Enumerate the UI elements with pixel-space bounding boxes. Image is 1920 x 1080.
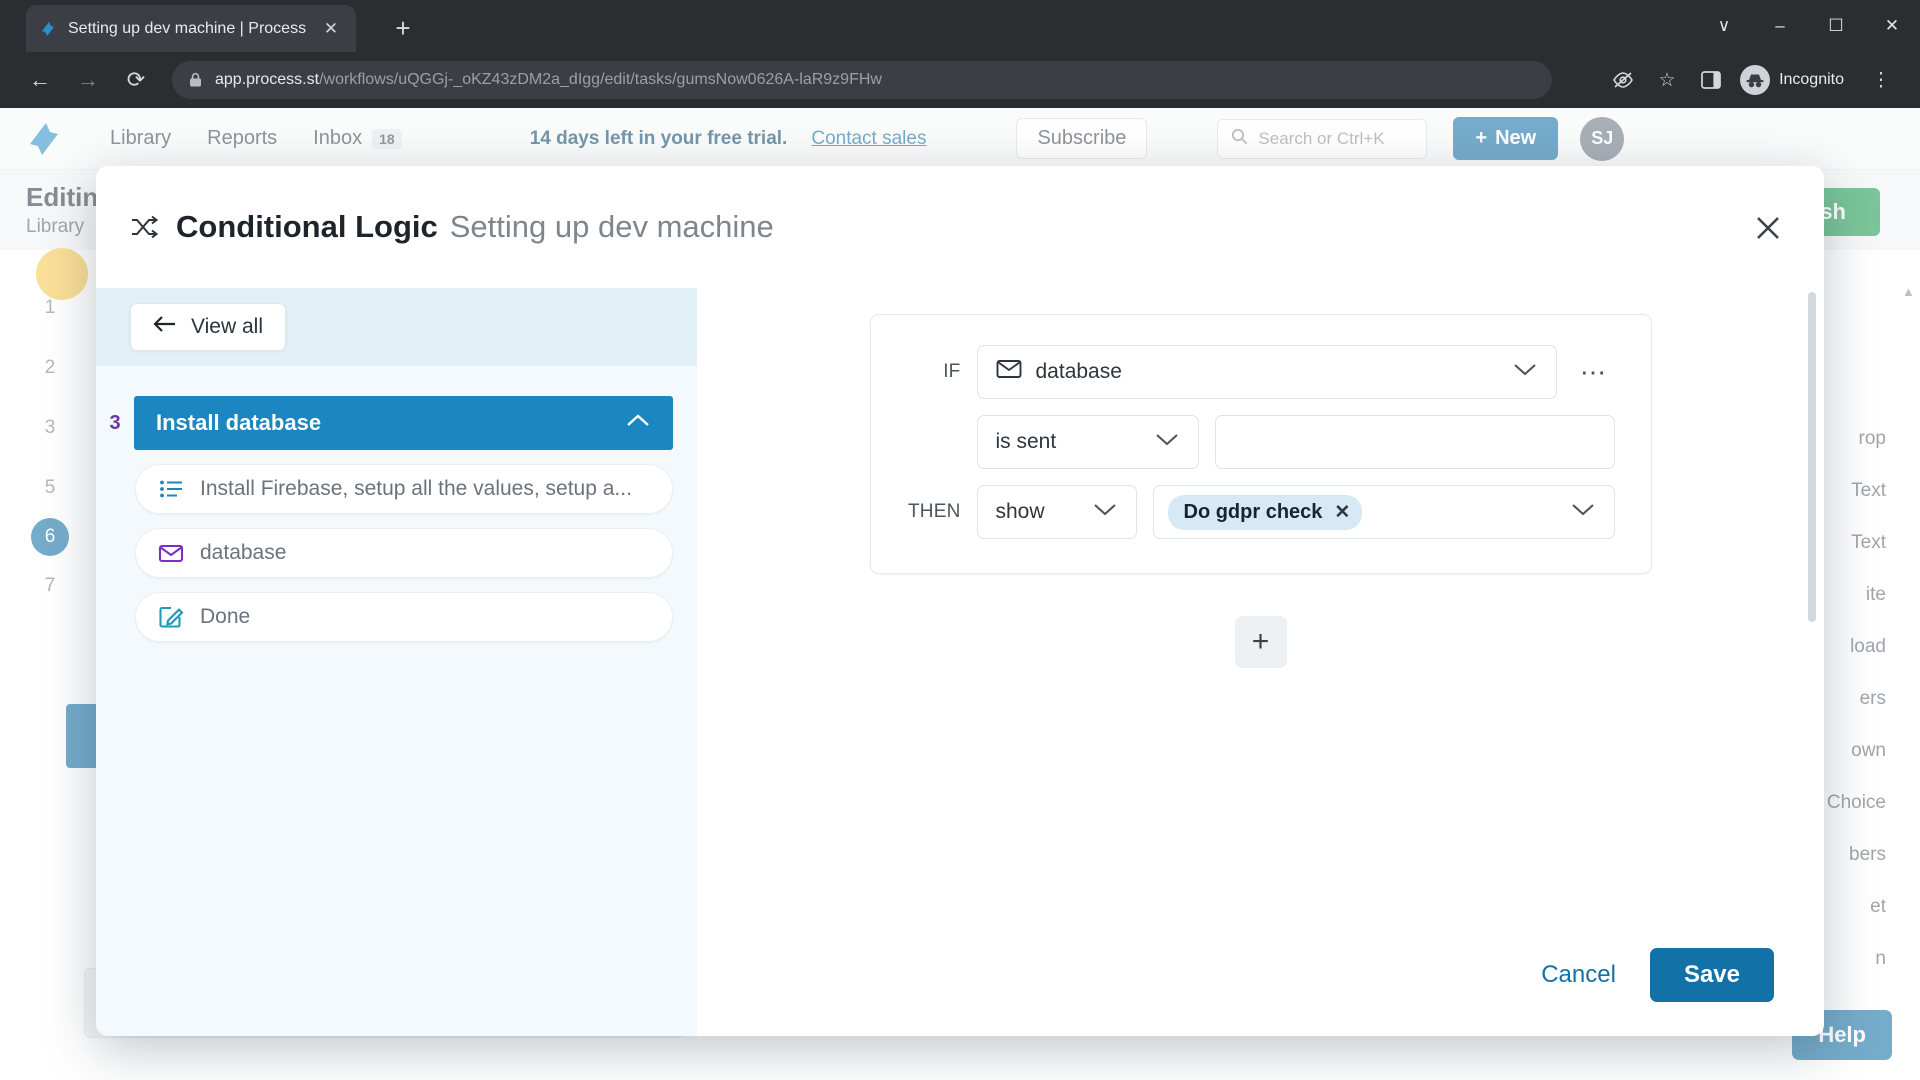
list-item[interactable]: Done xyxy=(135,592,673,642)
then-target-multiselect[interactable]: Do gdpr check ✕ xyxy=(1152,485,1615,539)
lock-icon xyxy=(188,72,203,88)
list-item-label: Done xyxy=(200,605,251,628)
rules-panel-scrollbar[interactable] xyxy=(1808,292,1816,922)
chevron-down-icon[interactable] xyxy=(1512,362,1538,382)
close-icon[interactable] xyxy=(1748,208,1788,248)
task-preview-panel: View all 3 Install database Install Fire… xyxy=(96,288,697,1036)
condition-value: is sent xyxy=(995,430,1057,453)
close-icon[interactable]: ✕ xyxy=(318,16,344,42)
arrow-left-icon xyxy=(153,315,177,339)
modal-footer: Cancel Save xyxy=(697,914,1824,1036)
chevron-down-icon[interactable]: ∨ xyxy=(1696,0,1752,52)
url-path: /workflows/uQGGj-_oKZ43zDM2a_dIgg/edit/t… xyxy=(319,71,882,88)
side-panel-icon[interactable] xyxy=(1690,59,1732,101)
arrow-right-icon[interactable]: → xyxy=(66,58,110,102)
tab-strip: Setting up dev machine | Process ✕ + ∨ –… xyxy=(0,0,1920,52)
if-field-select[interactable]: database xyxy=(976,345,1557,399)
condition-value-input[interactable] xyxy=(1214,415,1615,469)
kebab-menu-icon[interactable]: ⋮ xyxy=(1860,59,1902,101)
email-icon xyxy=(158,540,184,566)
selected-target-chip[interactable]: Do gdpr check ✕ xyxy=(1167,494,1363,530)
rule-card: IF database ⋯ is sent THEN show Do gdpr … xyxy=(869,314,1652,574)
then-row: THEN show Do gdpr check ✕ xyxy=(907,485,1615,539)
eye-slash-icon[interactable] xyxy=(1602,59,1644,101)
browser-toolbar: ← → ⟳ app.process.st/workflows/uQGGj-_oK… xyxy=(0,52,1920,108)
list-item-label: database xyxy=(200,541,287,564)
task-preview-toolbar: View all xyxy=(96,288,697,366)
then-keyword: THEN xyxy=(907,501,961,522)
close-icon[interactable]: ✕ xyxy=(1864,0,1920,52)
address-bar[interactable]: app.process.st/workflows/uQGGj-_oKZ43zDM… xyxy=(172,61,1552,99)
task-name: Install database xyxy=(156,410,322,435)
if-keyword: IF xyxy=(943,361,961,382)
browser-chrome: Setting up dev machine | Process ✕ + ∨ –… xyxy=(0,0,1920,108)
conditional-logic-modal: Conditional Logic Setting up dev machine xyxy=(96,166,1824,1036)
chevron-down-icon[interactable] xyxy=(1092,502,1118,522)
reload-icon[interactable]: ⟳ xyxy=(114,58,158,102)
chevron-down-icon[interactable] xyxy=(1154,432,1180,452)
process-st-logo-icon xyxy=(38,19,58,39)
toolbar-right-actions: ☆ Incognito ⋮ xyxy=(1602,59,1902,101)
then-action-select[interactable]: show xyxy=(976,485,1137,539)
url-text: app.process.st/workflows/uQGGj-_oKZ43zDM… xyxy=(215,71,882,89)
url-domain: app.process.st xyxy=(215,71,320,88)
window-controls: ∨ – ☐ ✕ xyxy=(1696,0,1920,52)
email-icon xyxy=(996,359,1022,385)
scrollbar-thumb[interactable] xyxy=(1808,292,1816,622)
task-header[interactable]: Install database xyxy=(134,396,673,450)
list-item-label: Install Firebase, setup all the values, … xyxy=(200,477,632,500)
view-all-label: View all xyxy=(191,315,263,338)
then-action-value: show xyxy=(995,500,1045,523)
chip-label: Do gdpr check xyxy=(1183,500,1323,523)
list-icon xyxy=(158,476,184,502)
star-icon[interactable]: ☆ xyxy=(1646,59,1688,101)
new-tab-button[interactable]: + xyxy=(384,9,422,47)
add-rule-button[interactable]: + xyxy=(1234,616,1287,668)
view-all-button[interactable]: View all xyxy=(130,303,286,351)
profile-label: Incognito xyxy=(1779,71,1844,88)
modal-title: Conditional Logic xyxy=(176,209,438,244)
arrow-left-icon[interactable]: ← xyxy=(18,58,62,102)
task-group: 3 Install database Install Firebase, set… xyxy=(96,366,697,642)
task-header-row: 3 Install database xyxy=(96,396,697,450)
modal-subtitle: Setting up dev machine xyxy=(449,209,774,244)
save-button[interactable]: Save xyxy=(1649,948,1774,1002)
if-row: IF database ⋯ xyxy=(907,345,1615,399)
cancel-button[interactable]: Cancel xyxy=(1541,961,1616,989)
edit-square-icon xyxy=(158,604,184,630)
tab-title: Setting up dev machine | Process xyxy=(68,19,307,37)
chevron-up-icon[interactable] xyxy=(625,413,651,434)
task-index: 3 xyxy=(109,411,121,434)
incognito-hat-icon xyxy=(1740,65,1771,95)
list-item[interactable]: database xyxy=(135,528,673,578)
list-item[interactable]: Install Firebase, setup all the values, … xyxy=(135,464,673,514)
chevron-down-icon[interactable] xyxy=(1570,502,1596,522)
condition-select[interactable]: is sent xyxy=(976,415,1199,469)
maximize-icon[interactable]: ☐ xyxy=(1808,0,1864,52)
browser-tab[interactable]: Setting up dev machine | Process ✕ xyxy=(26,5,356,52)
profile-incognito-button[interactable]: Incognito xyxy=(1734,61,1858,99)
ellipsis-icon[interactable]: ⋯ xyxy=(1573,351,1615,393)
modal-header: Conditional Logic Setting up dev machine xyxy=(96,166,1824,288)
condition-row: is sent xyxy=(907,415,1615,469)
if-field-value: database xyxy=(1035,360,1122,383)
shuffle-icon xyxy=(130,214,159,240)
close-icon[interactable]: ✕ xyxy=(1334,501,1350,524)
minimize-icon[interactable]: – xyxy=(1752,0,1808,52)
